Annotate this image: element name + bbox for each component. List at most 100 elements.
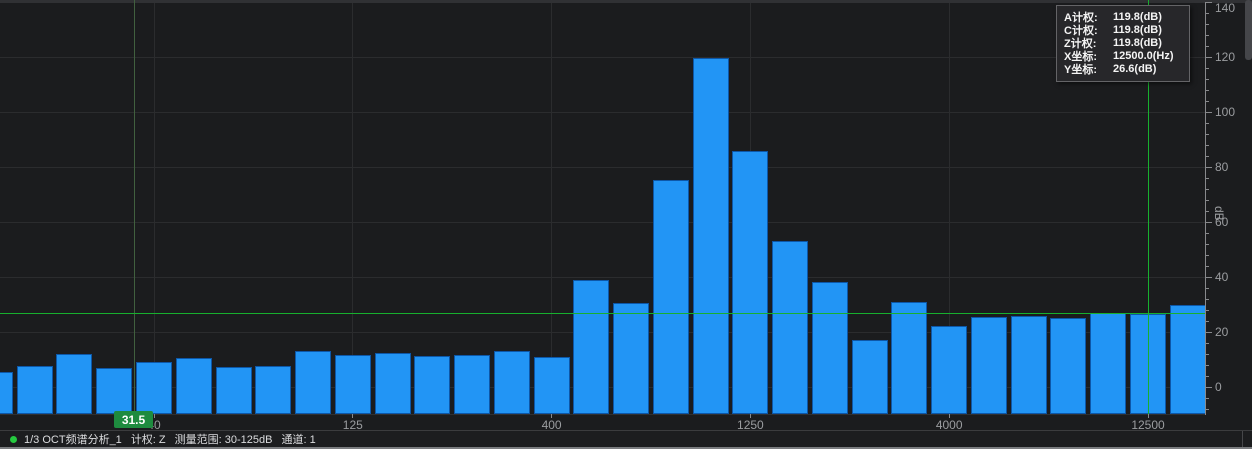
spectrum-bar-125[interactable] [335, 355, 371, 414]
y-minor-tick [1205, 13, 1209, 14]
y-minor-tick [1205, 123, 1209, 124]
spectrum-bar-800[interactable] [653, 180, 689, 414]
y-minor-tick [1205, 24, 1209, 25]
channel-label: 通道: 1 [281, 431, 315, 447]
spectrum-bar-400[interactable] [534, 357, 570, 414]
measurement-title: 1/3 OCT频谱分析_1 [24, 431, 122, 447]
spectrum-bar-31.5[interactable] [96, 368, 132, 414]
spectrum-bar-1600[interactable] [772, 241, 808, 414]
y-minor-tick [1205, 101, 1209, 102]
status-bar: 1/3 OCT频谱分析_1 计权: Z 测量范围: 30-125dB 通道: 1 [0, 430, 1252, 447]
horizontal-gridline [0, 277, 1205, 278]
spectrum-bar-160[interactable] [375, 353, 411, 414]
y-major-tick [1205, 387, 1212, 388]
weighting-label: 计权: Z [131, 431, 166, 447]
y-minor-tick [1205, 255, 1209, 256]
spectrum-bar-1250[interactable] [732, 151, 768, 414]
spectrum-bar-20[interactable] [17, 366, 53, 414]
spectrum-bar-630[interactable] [613, 303, 649, 414]
y-minor-tick [1205, 244, 1209, 245]
spectrum-bar-16[interactable] [0, 372, 13, 414]
spectrum-bar-315[interactable] [494, 351, 530, 414]
horizontal-gridline [0, 222, 1205, 223]
spectrum-bar-1000[interactable] [693, 58, 729, 414]
vertical-gridline [154, 0, 155, 414]
y-minor-tick [1205, 299, 1209, 300]
chart-plot-area[interactable] [0, 0, 1205, 414]
y-minor-tick [1205, 35, 1209, 36]
spectrum-analyzer-window: 140120100806040200 dB 401254001250400012… [0, 0, 1252, 449]
y-major-tick [1205, 2, 1212, 3]
info-row-value: 12500.0(Hz) [1108, 50, 1174, 62]
y-minor-tick [1205, 376, 1209, 377]
y-minor-tick [1205, 189, 1209, 190]
y-major-tick [1205, 57, 1212, 58]
spectrum-bar-4000[interactable] [931, 326, 967, 414]
scrollbar-thumb[interactable] [1245, 0, 1252, 60]
y-tick-label: 120 [1215, 50, 1235, 64]
y-minor-tick [1205, 200, 1209, 201]
x-axis-line [0, 414, 1205, 415]
y-tick-label: 100 [1215, 105, 1235, 119]
window-top-border [0, 0, 1252, 3]
marker-frequency-label[interactable]: 31.5 [114, 411, 153, 428]
info-row-value: 119.8(dB) [1108, 24, 1162, 36]
y-minor-tick [1205, 211, 1209, 212]
vertical-gridline [551, 0, 552, 414]
marker-vertical-line[interactable] [134, 0, 135, 414]
y-minor-tick [1205, 354, 1209, 355]
y-minor-tick [1205, 343, 1209, 344]
y-tick-label: 40 [1215, 270, 1228, 284]
y-minor-tick [1205, 178, 1209, 179]
status-bar-divider [1242, 431, 1243, 448]
spectrum-bar-250[interactable] [454, 355, 490, 414]
spectrum-bar-16000[interactable] [1170, 305, 1205, 414]
y-tick-label: 140 [1215, 1, 1235, 15]
y-minor-tick [1205, 68, 1209, 69]
y-minor-tick [1205, 398, 1209, 399]
y-minor-tick [1205, 46, 1209, 47]
spectrum-bar-3150[interactable] [891, 302, 927, 414]
y-major-tick [1205, 112, 1212, 113]
horizontal-gridline [0, 167, 1205, 168]
marker-frequency-text: 31.5 [122, 413, 145, 427]
spectrum-bar-2000[interactable] [812, 282, 848, 414]
y-minor-tick [1205, 409, 1209, 410]
range-label: 测量范围: 30-125dB [175, 431, 273, 447]
cursor-horizontal-line[interactable] [0, 313, 1205, 314]
horizontal-gridline [0, 57, 1205, 58]
horizontal-gridline [0, 112, 1205, 113]
y-tick-label: 20 [1215, 325, 1228, 339]
y-tick-label: 80 [1215, 160, 1228, 174]
spectrum-bar-63[interactable] [216, 367, 252, 414]
status-indicator-dot [10, 436, 17, 443]
spectrum-bar-5000[interactable] [971, 317, 1007, 414]
info-row: Y坐标:26.6(dB) [1064, 63, 1183, 76]
y-minor-tick [1205, 310, 1209, 311]
vertical-gridline [352, 0, 353, 414]
y-tick-label: 0 [1215, 380, 1222, 394]
info-row-label: Y坐标: [1064, 61, 1108, 77]
y-minor-tick [1205, 365, 1209, 366]
spectrum-bar-500[interactable] [573, 280, 609, 414]
info-row-value: 119.8(dB) [1108, 11, 1162, 23]
spectrum-bar-2500[interactable] [852, 340, 888, 414]
spectrum-bar-50[interactable] [176, 358, 212, 414]
spectrum-bar-40[interactable] [136, 362, 172, 414]
spectrum-bar-200[interactable] [414, 356, 450, 414]
spectrum-bar-100[interactable] [295, 351, 331, 414]
y-major-tick [1205, 167, 1212, 168]
spectrum-bar-10000[interactable] [1090, 313, 1126, 414]
spectrum-bar-80[interactable] [255, 366, 291, 414]
y-minor-tick [1205, 321, 1209, 322]
spectrum-bar-6300[interactable] [1011, 316, 1047, 414]
y-minor-tick [1205, 288, 1209, 289]
y-major-tick [1205, 277, 1212, 278]
info-row-value: 26.6(dB) [1108, 63, 1156, 75]
spectrum-bar-8000[interactable] [1050, 318, 1086, 414]
y-minor-tick [1205, 90, 1209, 91]
y-minor-tick [1205, 134, 1209, 135]
y-minor-tick [1205, 145, 1209, 146]
y-major-tick [1205, 332, 1212, 333]
spectrum-bar-25[interactable] [56, 354, 92, 414]
